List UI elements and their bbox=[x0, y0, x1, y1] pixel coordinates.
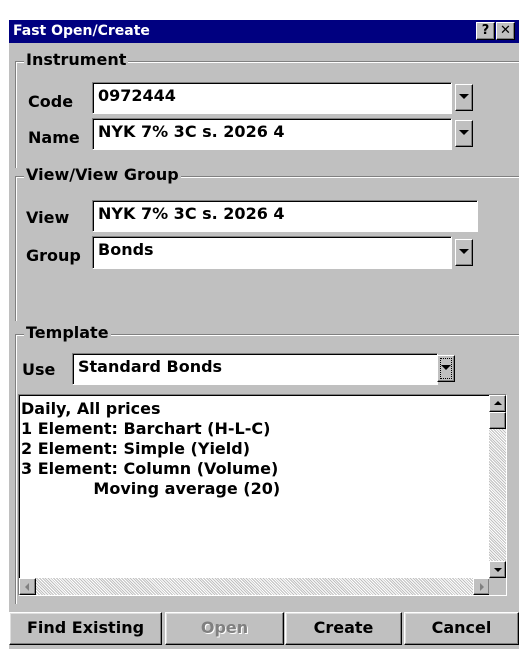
scroll-down-button[interactable] bbox=[489, 561, 506, 578]
horizontal-scrollbar[interactable] bbox=[19, 578, 490, 595]
template-description-text: Daily, All prices 1 Element: Barchart (H… bbox=[21, 399, 280, 499]
find-existing-button[interactable]: Find Existing bbox=[9, 612, 162, 645]
vertical-scrollbar[interactable] bbox=[489, 395, 506, 578]
help-button[interactable]: ? bbox=[476, 22, 495, 40]
window-title: Fast Open/Create bbox=[13, 23, 150, 39]
template-description-list[interactable]: Daily, All prices 1 Element: Barchart (H… bbox=[18, 394, 507, 596]
use-label: Use bbox=[22, 360, 56, 379]
instrument-group-label: Instrument bbox=[24, 50, 129, 69]
chevron-down-icon bbox=[459, 130, 469, 135]
view-group-label: View/View Group bbox=[24, 165, 181, 184]
fast-open-create-dialog: Fast Open/Create ? ✕ Instrument Code 097… bbox=[9, 20, 519, 649]
group-dropdown-button[interactable] bbox=[455, 239, 473, 266]
use-dropdown-button[interactable] bbox=[437, 355, 455, 382]
description-line: 1 Element: Barchart (H-L-C) bbox=[21, 419, 271, 438]
scroll-right-button[interactable] bbox=[473, 578, 490, 595]
arrow-left-icon bbox=[25, 583, 29, 591]
vertical-scroll-thumb[interactable] bbox=[489, 412, 506, 429]
view-field[interactable]: NYK 7% 3C s. 2026 4 bbox=[92, 200, 478, 232]
scrollbar-corner bbox=[489, 578, 506, 595]
group-field[interactable]: Bonds bbox=[92, 236, 452, 269]
code-field[interactable]: 0972444 bbox=[92, 82, 452, 114]
chevron-down-icon bbox=[459, 94, 469, 99]
use-field[interactable]: Standard Bonds bbox=[72, 353, 438, 385]
chevron-down-icon bbox=[441, 365, 451, 370]
name-dropdown-button[interactable] bbox=[455, 120, 473, 147]
scroll-up-button[interactable] bbox=[489, 395, 506, 412]
instrument-group: Instrument bbox=[15, 50, 519, 168]
chevron-down-icon bbox=[459, 249, 469, 254]
description-line: Daily, All prices bbox=[21, 399, 161, 418]
code-label: Code bbox=[28, 92, 74, 111]
cancel-button[interactable]: Cancel bbox=[404, 612, 519, 645]
group-field-label: Group bbox=[26, 246, 81, 265]
name-label: Name bbox=[28, 128, 80, 147]
view-label: View bbox=[26, 208, 70, 227]
arrow-up-icon bbox=[494, 401, 502, 405]
create-button[interactable]: Create bbox=[285, 612, 402, 645]
close-button[interactable]: ✕ bbox=[496, 22, 515, 40]
scroll-left-button[interactable] bbox=[19, 578, 36, 595]
arrow-right-icon bbox=[480, 583, 484, 591]
open-button[interactable]: Open bbox=[165, 612, 284, 645]
arrow-down-icon bbox=[494, 568, 502, 572]
title-bar[interactable]: Fast Open/Create ? ✕ bbox=[9, 20, 519, 43]
template-group-label: Template bbox=[24, 323, 111, 342]
description-line: Moving average (20) bbox=[21, 479, 281, 498]
name-field[interactable]: NYK 7% 3C s. 2026 4 bbox=[92, 118, 452, 150]
description-line: 3 Element: Column (Volume) bbox=[21, 459, 279, 478]
code-dropdown-button[interactable] bbox=[455, 84, 473, 111]
description-line: 2 Element: Simple (Yield) bbox=[21, 439, 251, 458]
